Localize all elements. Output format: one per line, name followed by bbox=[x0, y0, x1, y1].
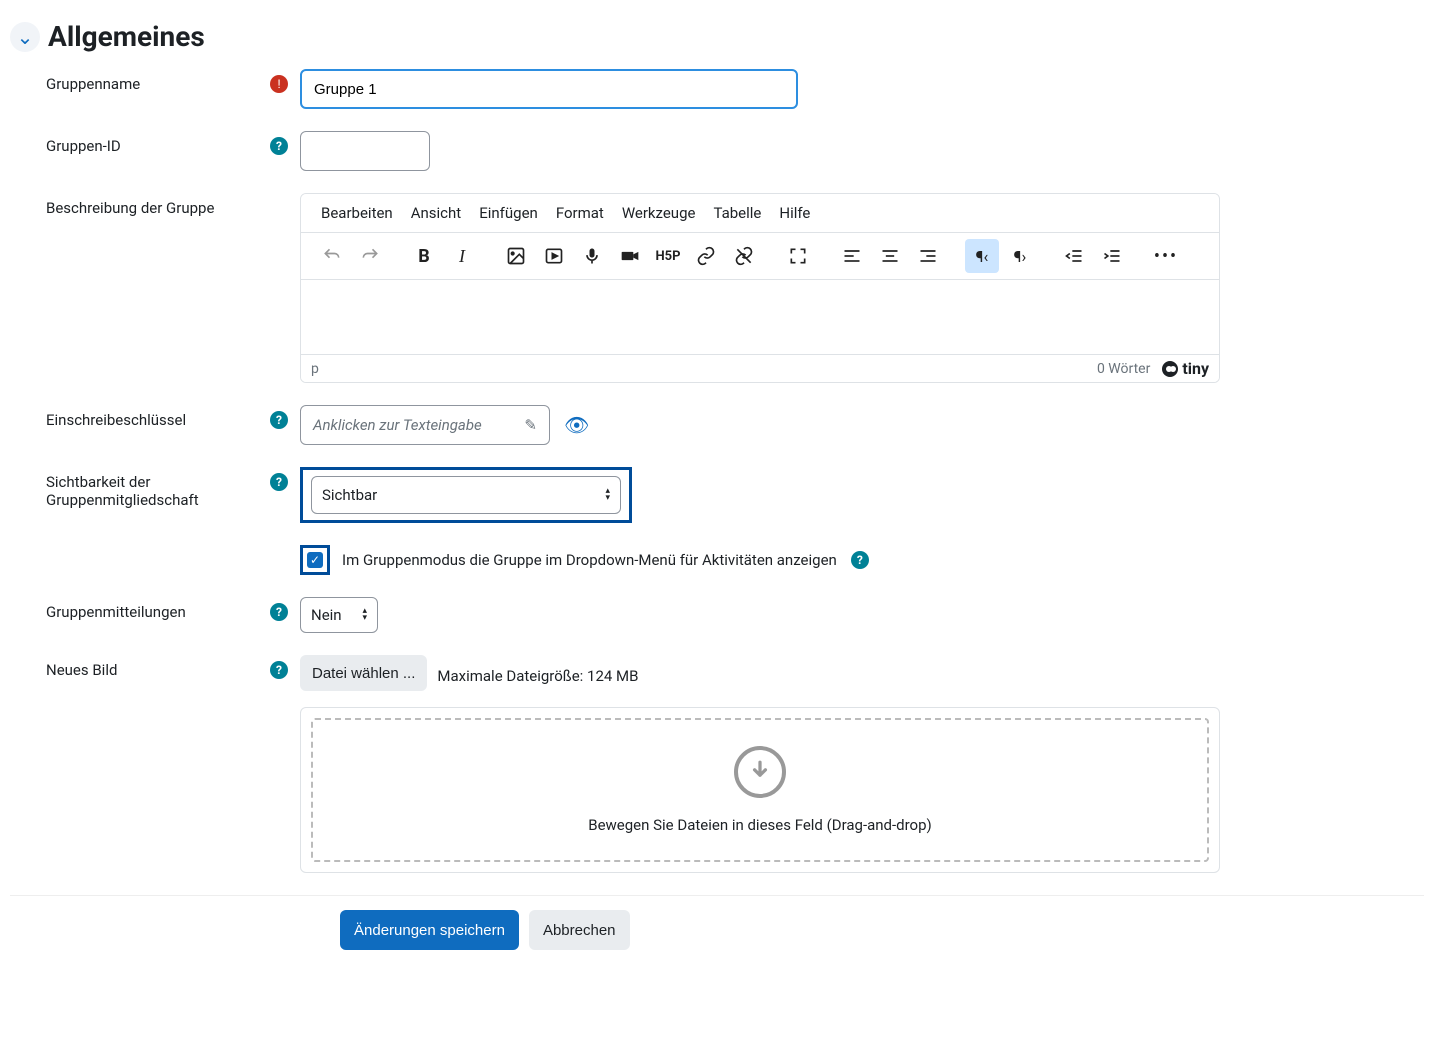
dropzone-container: Bewegen Sie Dateien in dieses Feld (Drag… bbox=[300, 707, 1220, 873]
section-title: Allgemeines bbox=[48, 20, 205, 53]
help-icon[interactable]: ? bbox=[270, 603, 288, 621]
bold-icon[interactable]: B bbox=[407, 239, 441, 273]
undo-icon[interactable] bbox=[315, 239, 349, 273]
gruppenid-input[interactable] bbox=[300, 131, 430, 171]
sichtbarkeit-label: Sichtbarkeit der Gruppenmitgliedschaft bbox=[46, 473, 246, 509]
h5p-icon[interactable]: H5P bbox=[651, 239, 685, 273]
redo-icon[interactable] bbox=[353, 239, 387, 273]
align-center-icon[interactable] bbox=[873, 239, 907, 273]
mitteilungen-select[interactable]: Nein bbox=[300, 597, 378, 633]
help-icon[interactable]: ? bbox=[270, 661, 288, 679]
dropdown-checkbox-label: Im Gruppenmodus die Gruppe im Dropdown-M… bbox=[342, 551, 837, 569]
sichtbarkeit-select[interactable]: Sichtbar bbox=[311, 476, 621, 514]
dropdown-checkbox[interactable]: ✓ bbox=[307, 552, 323, 568]
cancel-button[interactable]: Abbrechen bbox=[529, 910, 630, 950]
menu-table[interactable]: Tabelle bbox=[713, 204, 761, 222]
download-arrow-icon bbox=[734, 746, 786, 798]
editor-wordcount: 0 Wörter bbox=[1097, 361, 1150, 377]
section-toggle[interactable]: ⌄ bbox=[10, 22, 40, 52]
microphone-icon[interactable] bbox=[575, 239, 609, 273]
rtl-icon[interactable]: ¶‹ bbox=[965, 239, 999, 273]
chevron-down-icon: ⌄ bbox=[17, 27, 34, 47]
dropzone-text: Bewegen Sie Dateien in dieses Feld (Drag… bbox=[339, 816, 1181, 834]
link-icon[interactable] bbox=[689, 239, 723, 273]
image-icon[interactable] bbox=[499, 239, 533, 273]
mitteilungen-label: Gruppenmitteilungen bbox=[46, 603, 186, 621]
choose-file-button[interactable]: Datei wählen ... bbox=[300, 655, 427, 691]
indent-icon[interactable] bbox=[1095, 239, 1129, 273]
required-icon: ! bbox=[270, 75, 288, 93]
dropdown-checkbox-highlight: ✓ bbox=[300, 545, 330, 575]
align-left-icon[interactable] bbox=[835, 239, 869, 273]
select-caret-icon bbox=[605, 488, 610, 502]
outdent-icon[interactable] bbox=[1057, 239, 1091, 273]
align-right-icon[interactable] bbox=[911, 239, 945, 273]
unlink-icon[interactable] bbox=[727, 239, 761, 273]
mitteilungen-value: Nein bbox=[311, 606, 342, 624]
einschreib-input[interactable]: Anklicken zur Texteingabe ✎ bbox=[300, 405, 550, 445]
einschreib-placeholder: Anklicken zur Texteingabe bbox=[313, 416, 482, 434]
gruppenname-input[interactable] bbox=[300, 69, 798, 109]
menu-tools[interactable]: Werkzeuge bbox=[622, 204, 696, 222]
menu-format[interactable]: Format bbox=[556, 204, 604, 222]
editor-toolbar: B I H5P bbox=[301, 233, 1219, 280]
einschreib-label: Einschreibeschlüssel bbox=[46, 411, 186, 429]
beschreibung-label: Beschreibung der Gruppe bbox=[46, 199, 214, 217]
file-dropzone[interactable]: Bewegen Sie Dateien in dieses Feld (Drag… bbox=[311, 718, 1209, 862]
menu-view[interactable]: Ansicht bbox=[411, 204, 461, 222]
ltr-icon[interactable]: ¶› bbox=[1003, 239, 1037, 273]
eye-icon[interactable]: 👁 bbox=[564, 413, 589, 437]
menu-help[interactable]: Hilfe bbox=[779, 204, 810, 222]
neuesbild-label: Neues Bild bbox=[46, 661, 117, 679]
tiny-logo: tiny bbox=[1162, 359, 1209, 378]
help-icon[interactable]: ? bbox=[851, 551, 869, 569]
pencil-icon: ✎ bbox=[524, 416, 537, 434]
gruppenid-label: Gruppen-ID bbox=[46, 137, 121, 155]
gruppenname-label: Gruppenname bbox=[46, 75, 140, 93]
menu-edit[interactable]: Bearbeiten bbox=[321, 204, 393, 222]
menu-insert[interactable]: Einfügen bbox=[479, 204, 538, 222]
editor-path[interactable]: p bbox=[311, 361, 319, 377]
sichtbarkeit-highlight: Sichtbar bbox=[300, 467, 632, 523]
editor-content-area[interactable] bbox=[301, 280, 1219, 354]
italic-icon[interactable]: I bbox=[445, 239, 479, 273]
video-icon[interactable] bbox=[613, 239, 647, 273]
fullscreen-icon[interactable] bbox=[781, 239, 815, 273]
help-icon[interactable]: ? bbox=[270, 137, 288, 155]
sichtbarkeit-value: Sichtbar bbox=[322, 486, 377, 504]
more-icon[interactable]: ••• bbox=[1149, 239, 1183, 273]
rich-text-editor: Bearbeiten Ansicht Einfügen Format Werkz… bbox=[300, 193, 1220, 383]
help-icon[interactable]: ? bbox=[270, 473, 288, 491]
save-button[interactable]: Änderungen speichern bbox=[340, 910, 519, 950]
file-size-info: Maximale Dateigröße: 124 MB bbox=[437, 661, 638, 685]
media-icon[interactable] bbox=[537, 239, 571, 273]
editor-menubar: Bearbeiten Ansicht Einfügen Format Werkz… bbox=[301, 194, 1219, 233]
help-icon[interactable]: ? bbox=[270, 411, 288, 429]
select-caret-icon bbox=[362, 608, 367, 622]
divider bbox=[10, 895, 1424, 896]
